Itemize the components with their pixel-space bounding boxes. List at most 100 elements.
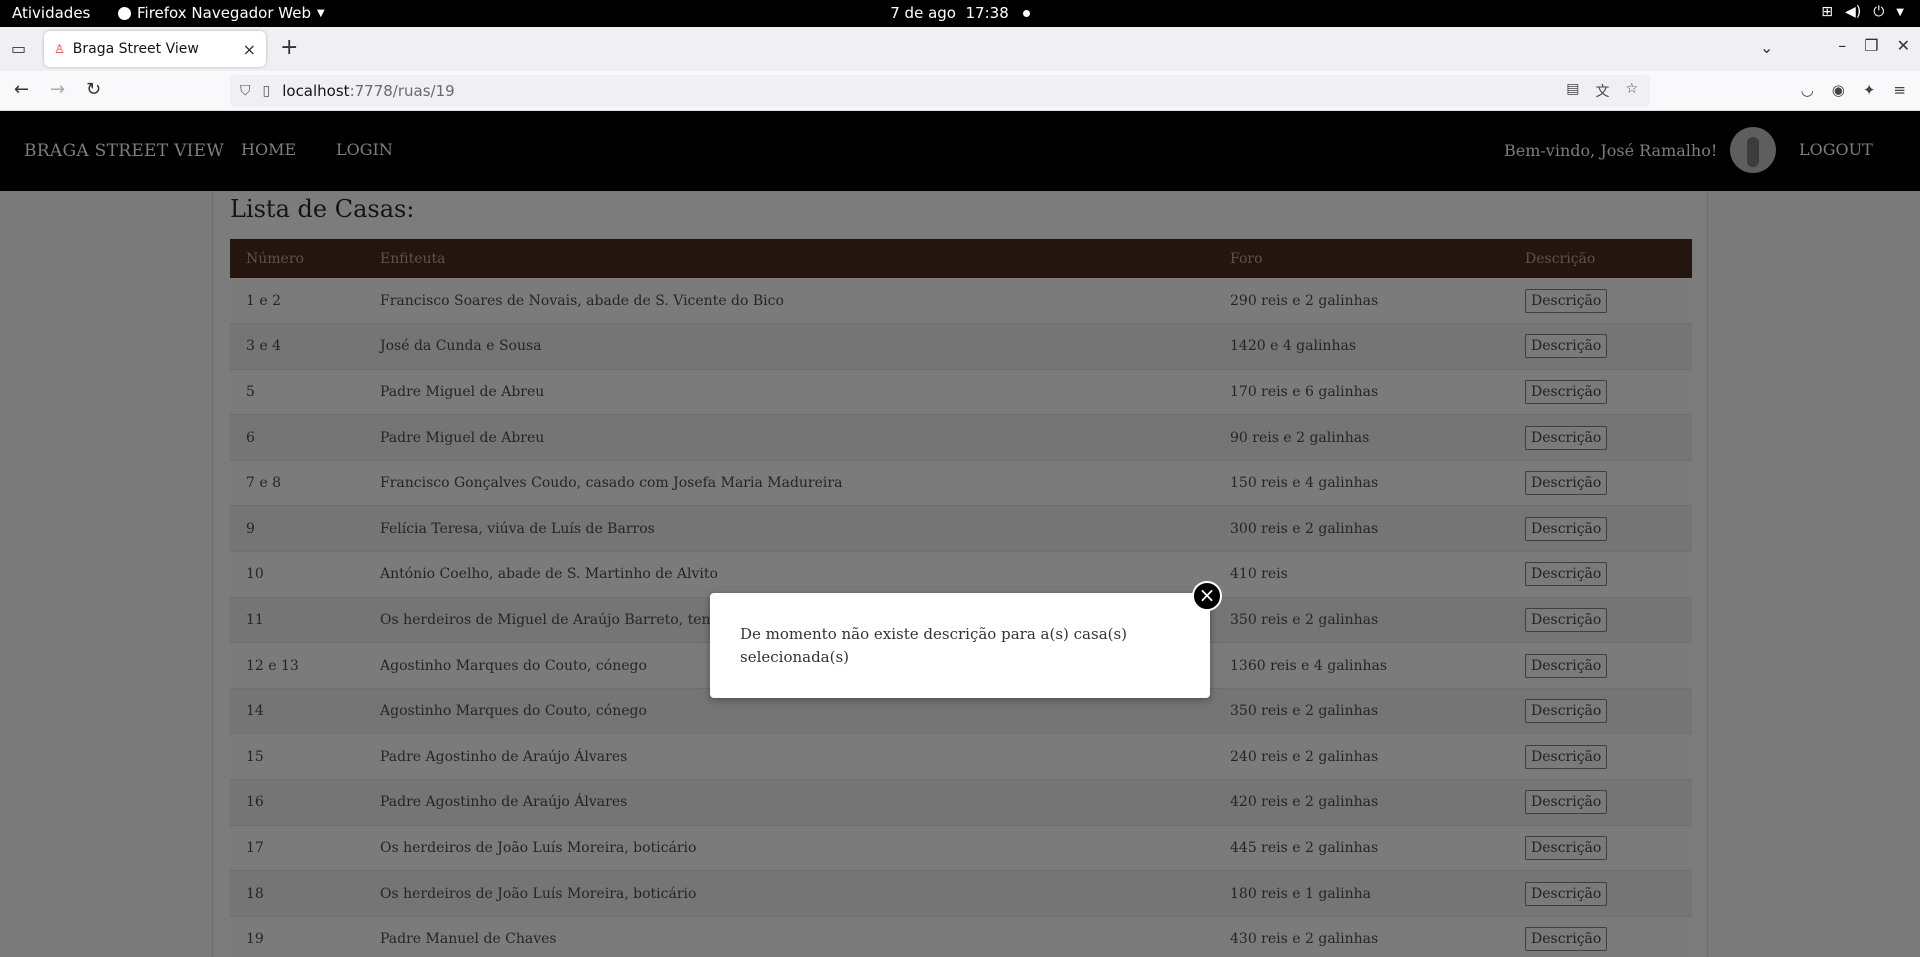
enfiteuta-cell: António Coelho, abade de S. Martinho de … <box>380 566 718 583</box>
close-modal-icon[interactable]: × <box>1192 581 1222 611</box>
table-row: 3 e 4 José da Cunda e Sousa 1420 e 4 galin… <box>230 323 1692 370</box>
numero-cell: 6 <box>246 429 255 446</box>
column-header: Descrição <box>1525 250 1596 267</box>
enfiteuta-cell: Francisco Gonçalves Coudo, casado com Jo… <box>380 475 843 492</box>
page-icon: ▯ <box>262 83 271 99</box>
foro-cell: 420 reis e 2 galinhas <box>1230 794 1379 811</box>
menu-icon[interactable]: ≡ <box>1893 81 1906 99</box>
descricao-cell: Descrição <box>1509 369 1692 415</box>
tab-list-button[interactable]: ⌄ <box>1760 38 1773 57</box>
foro-cell: 1360 reis e 4 galinhas <box>1230 657 1388 674</box>
foro-cell: 300 reis e 2 galinhas <box>1230 520 1379 537</box>
browser-nav-bar: ← → ↻ ⛉ ▯ localhost:7778/ruas/19 ▤ 文 ☆ ◡… <box>0 71 1920 111</box>
foro-cell: 350 reis e 2 galinhas <box>1230 703 1379 720</box>
restore-icon[interactable]: ❐ <box>1864 36 1878 55</box>
numero-cell: 19 <box>246 931 264 948</box>
descricao-button[interactable]: Descrição <box>1525 790 1608 815</box>
logout-link[interactable]: LOGOUT <box>1799 140 1873 159</box>
descricao-button[interactable]: Descrição <box>1525 927 1608 952</box>
descricao-button[interactable]: Descrição <box>1525 516 1608 541</box>
numero-cell: 7 e 8 <box>246 475 281 492</box>
numero-cell: 12 e 13 <box>246 657 299 674</box>
account-icon[interactable]: ◉ <box>1832 81 1845 99</box>
foro-cell: 430 reis e 2 galinhas <box>1230 931 1379 948</box>
descricao-cell: Descrição <box>1509 415 1692 461</box>
descricao-cell: Descrição <box>1509 916 1692 957</box>
reload-icon[interactable]: ↻ <box>86 79 101 100</box>
enfiteuta-cell: Padre Miguel de Abreu <box>380 383 545 400</box>
column-header: Foro <box>1230 250 1263 267</box>
nav-home-link[interactable]: HOME <box>241 140 296 159</box>
clock[interactable]: 7 de ago 17:38 <box>890 4 1030 22</box>
main-content: Lista de Casas: Número Enfiteuta Foro De… <box>212 191 1708 957</box>
table-row: 6 Padre Miguel de Abreu 90 reis e 2 galinh… <box>230 414 1692 461</box>
descricao-button[interactable]: Descrição <box>1525 288 1608 313</box>
descricao-button[interactable]: Descrição <box>1525 379 1608 404</box>
enfiteuta-cell: Os herdeiros de João Luís Moreira, botic… <box>380 839 697 856</box>
app-menu-label: Firefox Navegador Web <box>137 4 311 22</box>
pocket-icon[interactable]: ◡ <box>1801 81 1814 99</box>
descricao-cell: Descrição <box>1509 871 1692 917</box>
firefox-icon <box>118 6 131 20</box>
descricao-button[interactable]: Descrição <box>1525 835 1608 860</box>
numero-cell: 10 <box>246 566 264 583</box>
descricao-cell: Descrição <box>1509 278 1692 324</box>
table-row: 16 Padre Agostinho de Araújo Álvares 420 r… <box>230 779 1692 826</box>
close-window-icon[interactable]: ✕ <box>1897 36 1910 55</box>
foro-cell: 290 reis e 2 galinhas <box>1230 292 1379 309</box>
table-row: 18 Os herdeiros de João Luís Moreira, bot… <box>230 870 1692 917</box>
web-page: BRAGA STREET VIEW HOME LOGIN Bem-vindo, … <box>0 111 1920 957</box>
enfiteuta-cell: Francisco Soares de Novais, abade de S. … <box>380 292 784 309</box>
descricao-button[interactable]: Descrição <box>1525 562 1608 587</box>
numero-cell: 14 <box>246 703 264 720</box>
enfiteuta-cell: José da Cunda e Sousa <box>380 338 542 355</box>
extensions-icon[interactable]: ✦ <box>1863 81 1876 99</box>
descricao-button[interactable]: Descrição <box>1525 425 1608 450</box>
table-row: 15 Padre Agostinho de Araújo Álvares 240 r… <box>230 733 1692 780</box>
column-header: Número <box>246 250 304 267</box>
table-header-row: Número Enfiteuta Foro Descrição <box>230 239 1692 278</box>
column-header: Enfiteuta <box>380 250 446 267</box>
url-bar[interactable]: ⛉ ▯ localhost:7778/ruas/19 ▤ 文 ☆ <box>230 75 1650 107</box>
descricao-button[interactable]: Descrição <box>1525 744 1608 769</box>
tab-braga-street-view[interactable]: ♙ Braga Street View × <box>44 31 266 67</box>
descricao-button[interactable]: Descrição <box>1525 881 1608 906</box>
firefox-view-icon[interactable]: ▭ <box>11 39 26 58</box>
site-brand[interactable]: BRAGA STREET VIEW <box>24 141 224 161</box>
system-top-bar: Atividades Firefox Navegador Web ▼ 7 de … <box>0 0 1920 27</box>
descricao-button[interactable]: Descrição <box>1525 334 1608 359</box>
table-row: 19 Padre Manuel de Chaves 430 reis e 2 gal… <box>230 916 1692 957</box>
table-row: 7 e 8 Francisco Gonçalves Coudo, casado c… <box>230 460 1692 506</box>
translate-icon[interactable]: 文 <box>1595 81 1609 101</box>
table-row: 1 e 2 Francisco Soares de Novais, abade d… <box>230 278 1692 324</box>
favicon-icon: ♙ <box>54 42 65 56</box>
foro-cell: 240 reis e 2 galinhas <box>1230 748 1379 765</box>
reader-view-icon[interactable]: ▤ <box>1566 81 1579 101</box>
chevron-down-icon: ▼ <box>316 7 325 19</box>
network-icon: ⊞ <box>1821 4 1833 20</box>
descricao-button[interactable]: Descrição <box>1525 607 1608 632</box>
back-icon[interactable]: ← <box>14 79 29 100</box>
close-tab-icon[interactable]: × <box>243 40 256 59</box>
avatar[interactable] <box>1730 127 1776 173</box>
foro-cell: 150 reis e 4 galinhas <box>1230 475 1379 492</box>
numero-cell: 9 <box>246 520 255 537</box>
descricao-button[interactable]: Descrição <box>1525 653 1608 678</box>
forward-icon[interactable]: → <box>50 79 65 100</box>
descricao-cell: Descrição <box>1509 643 1692 689</box>
numero-cell: 18 <box>246 885 264 902</box>
enfiteuta-cell: Padre Miguel de Abreu <box>380 429 545 446</box>
bookmark-star-icon[interactable]: ☆ <box>1625 81 1638 101</box>
table-row: 5 Padre Miguel de Abreu 170 reis e 6 galin… <box>230 369 1692 415</box>
app-menu[interactable]: Firefox Navegador Web ▼ <box>118 4 325 22</box>
enfiteuta-cell: Os herdeiros de João Luís Moreira, botic… <box>380 885 697 902</box>
nav-login-link[interactable]: LOGIN <box>336 140 393 159</box>
descricao-button[interactable]: Descrição <box>1525 471 1608 496</box>
descricao-button[interactable]: Descrição <box>1525 699 1608 724</box>
table-row: 10 António Coelho, abade de S. Martinho d… <box>230 551 1692 598</box>
system-tray[interactable]: ⊞ ◀) ⏻ ▼ <box>1821 4 1904 20</box>
new-tab-button[interactable]: + <box>280 35 298 60</box>
minimize-icon[interactable]: – <box>1838 36 1846 55</box>
activities-button[interactable]: Atividades <box>12 4 90 22</box>
numero-cell: 16 <box>246 794 264 811</box>
